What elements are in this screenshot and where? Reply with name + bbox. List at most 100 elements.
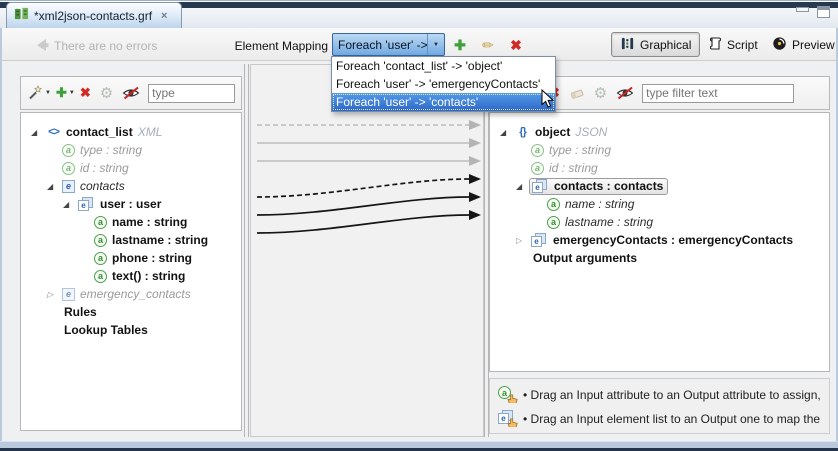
preview-view-icon	[772, 36, 787, 54]
app-logo-icon	[14, 6, 29, 26]
expanded-twisty-icon[interactable]: ◢	[500, 128, 515, 137]
attribute-icon: a	[62, 144, 75, 157]
output-tree-row-type-string[interactable]: a type : string	[490, 141, 829, 159]
output-schema-tree: ◢{}objectJSON a type : string a id : string ◢…	[489, 112, 830, 372]
tree-label: type : string	[80, 143, 142, 157]
input-schema-tree: ◢<>contact_listXMLatype : stringaid : st…	[20, 112, 242, 431]
dropdown-item-foreach-user-emergencycontacts[interactable]: Foreach 'user' -> 'emergencyContacts'	[332, 75, 555, 93]
mapping-arrowhead-lastname	[469, 210, 481, 220]
remove-node-icon[interactable]: ✖	[80, 84, 91, 102]
tree-label: lastname : string	[565, 215, 653, 229]
tree-label: name : string	[112, 215, 187, 229]
mapping-arrowhead-id	[469, 156, 481, 166]
script-view-button[interactable]: Script	[700, 32, 766, 57]
tree-label: id : string	[80, 161, 129, 175]
add-node-icon[interactable]: ✚	[56, 84, 67, 102]
element-mapping-label: Element Mapping	[226, 39, 328, 53]
left-splitter[interactable]	[244, 64, 249, 437]
tab-close-icon[interactable]: ×	[161, 10, 167, 22]
collapsed-twisty-icon[interactable]: ▷	[47, 290, 62, 299]
output-tree-row-emergencycontacts-emergencycontacts[interactable]: ▷e emergencyContacts : emergencyContacts	[490, 231, 829, 249]
input-tree-row-lookup-tables[interactable]: Lookup Tables	[21, 321, 241, 339]
attribute-icon: a	[547, 198, 560, 211]
input-tree-row-lastname-string[interactable]: alastname : string	[21, 231, 241, 249]
wand-dropdown-caret-icon[interactable]: ▼	[45, 90, 51, 96]
attribute-icon: a	[94, 234, 107, 247]
input-tree-row-type-string[interactable]: a type : string	[21, 141, 241, 159]
eraser-icon[interactable]	[569, 84, 585, 102]
auto-map-wand-icon[interactable]	[27, 84, 43, 102]
tree-label: user : user	[100, 197, 161, 211]
collapsed-twisty-icon[interactable]: ▷	[516, 236, 531, 245]
input-tree-row-user-user[interactable]: ◢euser : user	[21, 195, 241, 213]
tree-label: Rules	[64, 305, 97, 319]
output-tree-filter[interactable]	[642, 84, 794, 103]
minimize-icon[interactable]	[796, 7, 809, 12]
delete-mapping-button[interactable]: ✖	[507, 36, 525, 54]
combobox-value: Foreach 'user' ->	[333, 38, 427, 52]
expanded-twisty-icon[interactable]: ◢	[63, 200, 78, 209]
window-frame-bottom	[0, 441, 838, 448]
input-tree-filter[interactable]	[148, 84, 235, 103]
view-label: Graphical	[640, 38, 691, 52]
attribute-icon: a	[94, 216, 107, 229]
mapping-arrowhead-contacts	[469, 174, 481, 184]
mapping-arrowhead-type	[469, 138, 481, 148]
output-tree-row-lastname-string[interactable]: alastname : string	[490, 213, 829, 231]
add-dropdown-caret-icon[interactable]: ▼	[69, 90, 75, 96]
element-list-icon: e	[531, 233, 548, 248]
hide-unmapped-eye-icon[interactable]	[122, 84, 140, 102]
mapping-arrowhead-name	[469, 192, 481, 202]
mouse-cursor	[541, 89, 554, 113]
hint-row: e• Drag an Input element list to an Outp…	[498, 410, 825, 427]
chevron-down-icon[interactable]: ▼	[427, 34, 444, 55]
dropdown-item-foreach-user-contacts[interactable]: Foreach 'user' -> 'contacts'	[332, 93, 555, 111]
input-tree-row-name-string[interactable]: a name : string	[21, 213, 241, 231]
tree-label: contact_listXML	[66, 125, 162, 139]
input-tree-row-rules[interactable]: Rules	[21, 303, 241, 321]
tree-label: emergencyContacts : emergencyContacts	[553, 233, 793, 247]
input-tree-row-text-string[interactable]: a text() : string	[21, 267, 241, 285]
mapping-line-lastname-to-lastname[interactable]	[257, 215, 469, 233]
output-tree-row-name-string[interactable]: aname : string	[490, 195, 829, 213]
expanded-twisty-icon[interactable]: ◢	[31, 128, 46, 137]
input-tree-row-id-string[interactable]: aid : string	[21, 159, 241, 177]
mapping-line-user-to-contacts[interactable]	[257, 179, 469, 197]
input-tree-row-contacts[interactable]: ◢econtacts	[21, 177, 241, 195]
input-tree-row-phone-string[interactable]: aphone : string	[21, 249, 241, 267]
attribute-icon: a	[94, 270, 107, 283]
expanded-twisty-icon[interactable]: ◢	[47, 182, 62, 191]
tree-label: type : string	[549, 143, 611, 157]
add-mapping-button[interactable]: ✚	[451, 36, 469, 54]
output-tree-row-contacts-contacts[interactable]: ◢econtacts : contacts	[490, 177, 829, 195]
hide-unmapped-eye-icon[interactable]	[616, 84, 634, 102]
tree-label: contacts : contacts	[554, 179, 663, 193]
editor-tab[interactable]: *xml2json-contacts.grf ×	[6, 2, 182, 28]
tree-label: Output arguments	[533, 251, 637, 265]
tab-title: *xml2json-contacts.grf	[34, 9, 152, 23]
settings-gear-icon[interactable]: ⚙	[100, 84, 113, 102]
tree-label: emergency_contacts	[80, 287, 191, 301]
dropdown-item-foreach-contact-list-object[interactable]: Foreach 'contact_list' -> 'object'	[332, 57, 555, 75]
status-text: There are no errors	[54, 39, 157, 53]
attribute-icon: a	[531, 162, 544, 175]
tree-label: text() : string	[112, 269, 185, 283]
mapping-line-name-to-name[interactable]	[257, 197, 469, 215]
input-tree-row-contact-list[interactable]: ◢<>contact_listXML	[21, 123, 241, 141]
output-tree-row-output-arguments[interactable]: Output arguments	[490, 249, 829, 267]
preview-view-button[interactable]: Preview	[764, 32, 838, 57]
graphical-view-button[interactable]: Graphical	[611, 32, 700, 57]
settings-gear-icon[interactable]: ⚙	[594, 84, 607, 102]
input-tree-row-emergency-contacts[interactable]: ▷eemergency_contacts	[21, 285, 241, 303]
window-frame-left	[0, 28, 2, 441]
mapping-arrowhead-object	[469, 120, 481, 130]
element-mapping-combobox[interactable]: Foreach 'user' -> ▼	[332, 33, 445, 56]
output-tree-row-object[interactable]: ◢{}objectJSON	[490, 123, 829, 141]
format-suffix: XML	[138, 125, 163, 139]
attribute-icon: a	[531, 144, 544, 157]
edit-mapping-button[interactable]: ✏	[479, 36, 497, 54]
output-tree-row-id-string[interactable]: a id : string	[490, 159, 829, 177]
tree-label: phone : string	[112, 251, 192, 265]
maximize-icon[interactable]	[817, 6, 830, 18]
tree-label: id : string	[549, 161, 598, 175]
